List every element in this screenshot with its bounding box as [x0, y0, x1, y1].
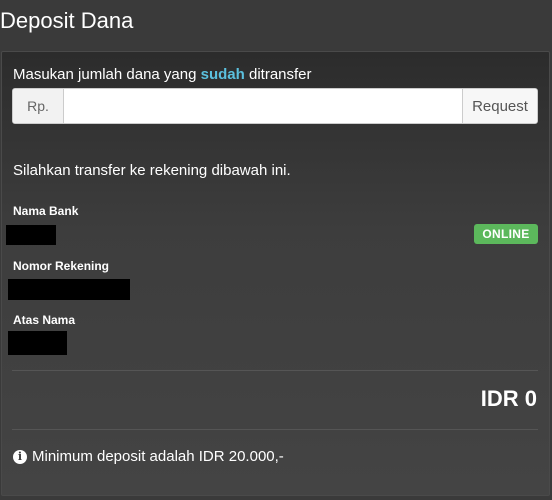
divider-top — [12, 370, 538, 371]
account-name-redacted — [8, 331, 67, 355]
deposit-page: Deposit Dana Masukan jumlah dana yang su… — [0, 0, 552, 500]
divider-bottom — [12, 429, 538, 430]
request-button[interactable]: Request — [462, 89, 537, 123]
amount-input-group: Rp. Request — [12, 88, 538, 124]
page-header: Deposit Dana — [0, 0, 552, 50]
min-deposit-text: Minimum deposit adalah IDR 20.000,- — [32, 448, 284, 465]
status-badge: ONLINE — [474, 224, 538, 244]
account-number-label: Nomor Rekening — [13, 259, 110, 273]
deposit-panel: Masukan jumlah dana yang sudah ditransfe… — [1, 51, 550, 496]
bank-name-label: Nama Bank — [13, 204, 79, 218]
page-title: Deposit Dana — [0, 8, 134, 33]
amount-prompt-highlight: sudah — [200, 66, 245, 83]
amount-prompt-text-before: Masukan jumlah dana yang — [13, 66, 201, 83]
amount-prompt: Masukan jumlah dana yang sudah ditransfe… — [13, 66, 312, 83]
info-circle-icon: i — [13, 449, 27, 464]
amount-input[interactable] — [64, 89, 462, 123]
account-number-redacted — [8, 279, 130, 300]
total-amount: IDR 0 — [480, 386, 537, 411]
currency-prefix: Rp. — [13, 89, 64, 123]
account-name-label: Atas Nama — [13, 313, 76, 327]
transfer-instruction: Silahkan transfer ke rekening dibawah in… — [13, 162, 291, 179]
amount-prompt-text-after: ditransfer — [244, 66, 312, 83]
bank-name-redacted — [6, 225, 56, 245]
min-deposit-note: i Minimum deposit adalah IDR 20.000,- — [13, 448, 284, 465]
